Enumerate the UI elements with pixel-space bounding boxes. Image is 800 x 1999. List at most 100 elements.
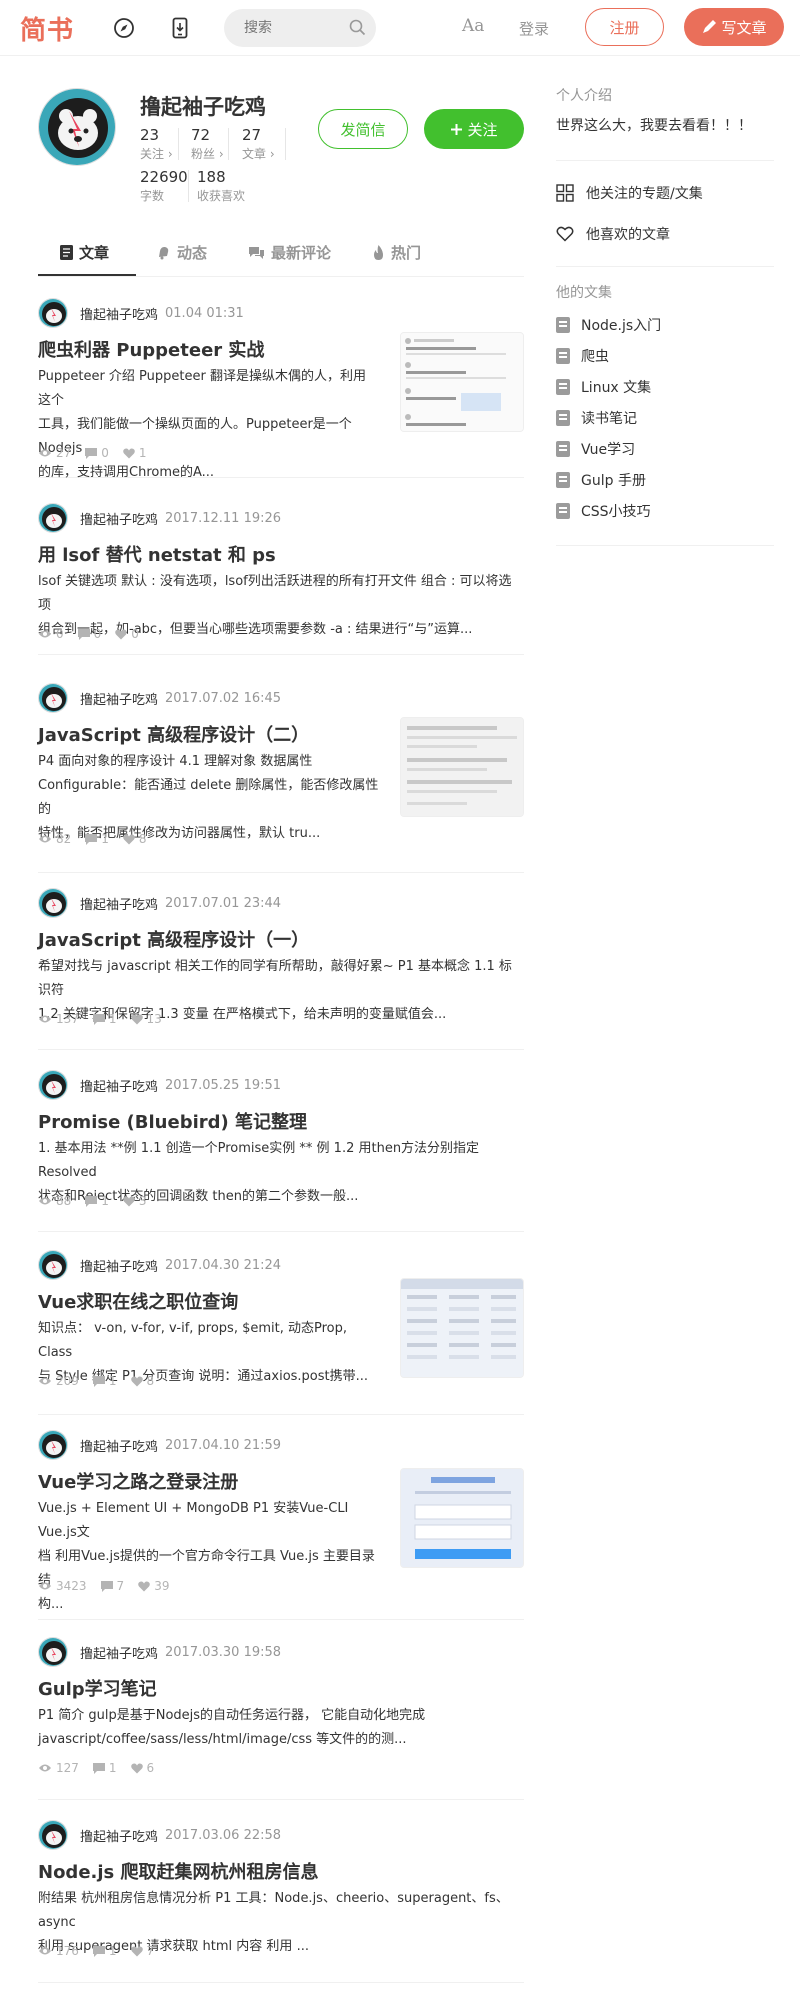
author-name[interactable]: 撸起袖子吃鸡 (80, 1643, 158, 1662)
tab-hot-label: 热门 (391, 244, 422, 262)
article-thumbnail[interactable] (400, 332, 524, 432)
eye-icon (39, 1197, 51, 1205)
collection-item[interactable]: 爬虫 (556, 346, 609, 366)
heart-icon (130, 1013, 143, 1024)
collection-name: Node.js入门 (581, 318, 662, 334)
comment-count[interactable]: 1 (92, 1761, 117, 1775)
stat-following[interactable]: 23 关注 › (140, 126, 173, 162)
article-title[interactable]: JavaScript 高级程序设计（二） (38, 721, 309, 747)
article-item: 撸起袖子吃鸡 2017.05.25 19:51 Promise (Bluebir… (38, 1070, 524, 1232)
article-title[interactable]: 用 lsof 替代 netstat 和 ps (38, 541, 276, 567)
download-app-icon[interactable] (168, 16, 192, 40)
comment-count[interactable]: 0 (85, 446, 109, 460)
article-item: 撸起袖子吃鸡 2017.04.10 21:59 Vue学习之路之登录注册 Vue… (38, 1430, 524, 1620)
search-icon[interactable] (349, 19, 366, 40)
author-avatar[interactable] (38, 1250, 68, 1280)
article-item: 撸起袖子吃鸡 2017.03.06 22:58 Node.js 爬取赶集网杭州租… (38, 1820, 524, 1983)
author-name[interactable]: 撸起袖子吃鸡 (80, 304, 158, 323)
search-input[interactable] (244, 9, 344, 47)
article-author: 撸起袖子吃鸡 2017.04.10 21:59 (38, 1430, 281, 1460)
collection-item[interactable]: Gulp 手册 (556, 470, 646, 490)
article-title[interactable]: Vue求职在线之职位查询 (38, 1288, 238, 1314)
collection-item[interactable]: CSS小技巧 (556, 501, 651, 521)
register-button[interactable]: 注册 (585, 8, 664, 46)
tab-articles[interactable]: 文章 (60, 242, 109, 263)
collection-name: Gulp 手册 (581, 473, 646, 489)
comment-count[interactable]: 0 (77, 627, 102, 641)
article-title[interactable]: JavaScript 高级程序设计（一） (38, 926, 309, 952)
flame-icon (374, 244, 383, 260)
collection-item[interactable]: Node.js入门 (556, 315, 661, 335)
author-avatar[interactable] (38, 298, 68, 328)
stat-divider (228, 128, 229, 160)
view-count-value: 137 (56, 1012, 79, 1026)
tab-hot[interactable]: 热门 (372, 242, 421, 263)
author-avatar[interactable] (38, 1070, 68, 1100)
login-link[interactable]: 登录 (519, 18, 549, 39)
article-title[interactable]: Vue学习之路之登录注册 (38, 1468, 238, 1494)
author-name[interactable]: 撸起袖子吃鸡 (80, 689, 158, 708)
author-name[interactable]: 撸起袖子吃鸡 (80, 1826, 158, 1845)
tab-latest-comments[interactable]: 最新评论 (248, 242, 331, 263)
author-avatar[interactable] (38, 1430, 68, 1460)
user-avatar[interactable] (38, 88, 116, 166)
comment-count[interactable]: 1 (85, 1194, 109, 1208)
author-avatar[interactable] (38, 683, 68, 713)
stat-followers[interactable]: 72 粉丝 › (191, 126, 224, 162)
heart-icon (130, 1762, 143, 1773)
author-name[interactable]: 撸起袖子吃鸡 (80, 894, 158, 913)
comment-count[interactable]: 1 (85, 832, 109, 846)
article-title[interactable]: Gulp学习笔记 (38, 1675, 157, 1701)
collection-item[interactable]: 读书笔记 (556, 408, 637, 428)
site-logo[interactable]: 简书 (20, 10, 74, 47)
article-author: 撸起袖子吃鸡 2017.04.30 21:24 (38, 1250, 281, 1280)
like-count-value: 39 (154, 1579, 170, 1593)
tab-activity[interactable]: 动态 (156, 242, 207, 263)
author-avatar[interactable] (38, 1820, 68, 1850)
sidebar-divider (556, 266, 774, 267)
comment-count[interactable]: 1 (92, 1944, 117, 1958)
follow-button[interactable]: 关注 (424, 109, 524, 149)
article-title[interactable]: Promise (Bluebird) 笔记整理 (38, 1108, 307, 1134)
comment-icon (92, 1762, 105, 1774)
stat-following-label: 关注 › (140, 147, 173, 161)
stat-articles[interactable]: 27 文章 › (242, 126, 275, 162)
font-size-toggle[interactable]: Aa (462, 16, 484, 36)
abstract-line: P1 简介 gulp是基于Nodejs的自动任务运行器， 它能自动化地完成 (38, 1708, 426, 1723)
stat-likes-received: 188 收获喜欢 (197, 168, 245, 204)
write-article-button[interactable]: 写文章 (684, 8, 784, 46)
author-name[interactable]: 撸起袖子吃鸡 (80, 1436, 158, 1455)
send-message-button[interactable]: 发简信 (318, 109, 408, 149)
article-meta: 137 1 13 (38, 1012, 176, 1026)
author-name[interactable]: 撸起袖子吃鸡 (80, 1256, 158, 1275)
comment-count[interactable]: 1 (92, 1374, 117, 1388)
liked-articles-link[interactable]: 他喜欢的文章 (556, 224, 670, 244)
article-title[interactable]: 爬虫利器 Puppeteer 实战 (38, 336, 264, 362)
view-count: 209 (38, 1374, 79, 1388)
author-avatar[interactable] (38, 503, 68, 533)
comment-count[interactable]: 1 (92, 1012, 117, 1026)
article-meta: 3423 7 39 (38, 1579, 183, 1593)
author-name[interactable]: 撸起袖子吃鸡 (80, 509, 158, 528)
comment-count[interactable]: 7 (100, 1579, 124, 1593)
collection-item[interactable]: Vue学习 (556, 439, 635, 459)
view-count-value: 3423 (56, 1579, 87, 1593)
comment-count-value: 1 (101, 832, 109, 846)
collection-item[interactable]: Linux 文集 (556, 377, 651, 397)
view-count-value: 127 (56, 1761, 79, 1775)
followed-collections-link[interactable]: 他关注的专题/文集 (556, 183, 703, 203)
comment-count-value: 0 (93, 627, 102, 641)
article-thumbnail[interactable] (400, 1468, 524, 1568)
compass-icon[interactable] (112, 16, 136, 40)
author-avatar[interactable] (38, 888, 68, 918)
author-name[interactable]: 撸起袖子吃鸡 (80, 1076, 158, 1095)
publish-time: 2017.03.30 19:58 (165, 1644, 282, 1660)
author-avatar[interactable] (38, 1637, 68, 1667)
article-thumbnail[interactable] (400, 717, 524, 817)
comment-icon (92, 1945, 105, 1957)
article-thumbnail[interactable] (400, 1278, 524, 1378)
intro-title: 个人介绍 (556, 88, 612, 104)
notebook-icon (556, 472, 570, 488)
article-title[interactable]: Node.js 爬取赶集网杭州租房信息 (38, 1858, 319, 1884)
profile-username[interactable]: 撸起袖子吃鸡 (140, 91, 266, 121)
